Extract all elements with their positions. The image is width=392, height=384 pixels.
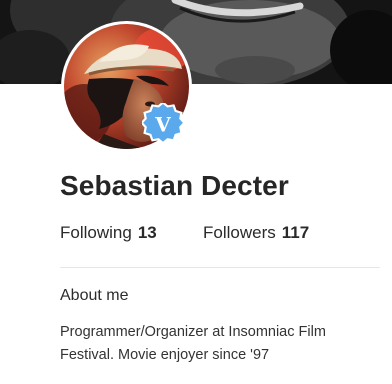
following-stat[interactable]: Following 13 xyxy=(60,223,157,243)
verified-badge-letter: V xyxy=(154,113,171,137)
about-heading: About me xyxy=(60,287,129,304)
verified-badge-icon: V xyxy=(142,103,184,145)
divider xyxy=(60,267,380,268)
following-count: 13 xyxy=(137,223,157,242)
followers-count: 117 xyxy=(281,223,310,242)
about-text: Programmer/Organizer at Insomniac Film F… xyxy=(60,324,326,363)
cover-photo xyxy=(0,0,392,84)
followers-stat[interactable]: Followers 117 xyxy=(203,223,309,243)
profile-name: Sebastian Decter xyxy=(60,170,289,201)
followers-label: Followers xyxy=(203,223,276,242)
following-label: Following xyxy=(60,223,132,242)
